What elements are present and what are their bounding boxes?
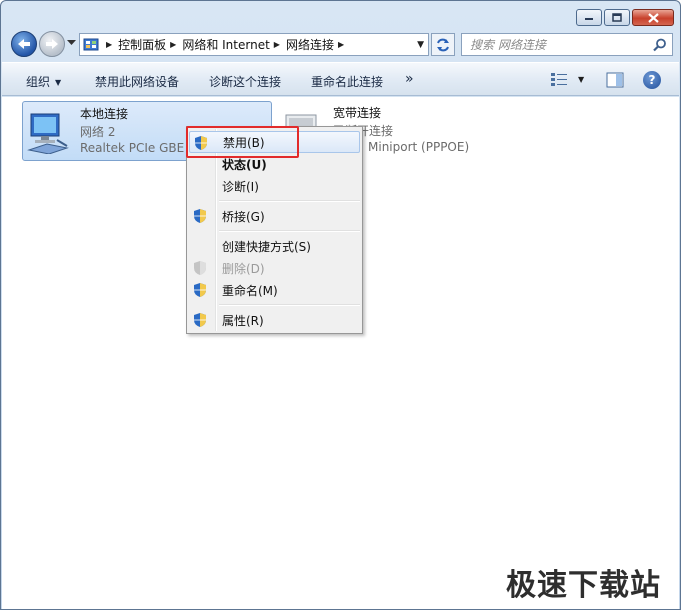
- menu-item-rename[interactable]: 重命名(M): [189, 279, 360, 301]
- menu-item-label: 删除(D): [222, 261, 265, 276]
- breadcrumb-separator[interactable]: ▶: [170, 40, 176, 49]
- breadcrumb-network-connections[interactable]: 网络连接: [286, 36, 334, 53]
- menu-item-delete: 删除(D): [189, 257, 360, 279]
- menu-separator: [219, 304, 360, 306]
- arrow-left-icon: [18, 39, 30, 49]
- watermark-logo: 极速下载站: [506, 568, 661, 603]
- chevron-down-icon: ▼: [55, 78, 62, 87]
- menu-item-label: 诊断(I): [222, 179, 259, 194]
- uac-shield-icon: [194, 313, 206, 327]
- title-bar: [1, 1, 680, 29]
- connection-name: 本地连接: [80, 107, 129, 121]
- search-box[interactable]: [461, 33, 673, 56]
- connection-device: Realtek PCIe GBE (: [80, 141, 193, 155]
- menu-separator: [219, 200, 360, 202]
- breadcrumb-separator[interactable]: ▶: [274, 40, 280, 49]
- help-icon[interactable]: ?: [643, 71, 661, 89]
- command-bar: 组织 ▼ 禁用此网络设备 诊断这个连接 重命名此连接 » ▼ ?: [2, 62, 679, 96]
- rename-button[interactable]: 重命名此连接: [311, 73, 383, 90]
- breadcrumb-separator[interactable]: ▶: [106, 40, 112, 49]
- menu-separator: [219, 230, 360, 232]
- menu-item-label: 创建快捷方式(S): [222, 239, 311, 254]
- connection-status: 网络 2: [80, 125, 116, 139]
- organize-menu[interactable]: 组织 ▼: [26, 73, 61, 90]
- breadcrumb-control-panel[interactable]: 控制面板: [118, 36, 166, 53]
- recent-pages-dropdown[interactable]: [67, 40, 76, 46]
- search-input[interactable]: [462, 34, 642, 55]
- menu-item-label: 状态(U): [222, 157, 267, 172]
- preview-pane-icon[interactable]: [606, 72, 624, 88]
- breadcrumb-separator[interactable]: ▶: [338, 40, 344, 49]
- menu-item-bridge[interactable]: 桥接(G): [189, 205, 360, 227]
- disable-device-button[interactable]: 禁用此网络设备: [95, 73, 179, 90]
- back-button[interactable]: [11, 31, 37, 57]
- context-menu: 禁用(B) 状态(U) 诊断(I) 桥接(G) 创建快捷方式(S) 删除(D) …: [186, 126, 363, 334]
- forward-button[interactable]: [39, 31, 65, 57]
- arrow-right-icon: [46, 39, 58, 49]
- menu-item-status[interactable]: 状态(U): [189, 153, 360, 175]
- more-commands-button[interactable]: »: [405, 71, 414, 87]
- maximize-icon: [612, 13, 622, 22]
- diagnose-button[interactable]: 诊断这个连接: [209, 73, 281, 90]
- navigation-row: ▶ 控制面板 ▶ 网络和 Internet ▶ 网络连接 ▶ ▼: [9, 29, 674, 59]
- menu-item-label: 属性(R): [222, 313, 264, 328]
- refresh-icon: [437, 38, 449, 51]
- refresh-button[interactable]: [431, 33, 455, 56]
- uac-shield-icon: [194, 283, 206, 297]
- close-button[interactable]: [632, 9, 674, 26]
- connection-device: Miniport (PPPOE): [368, 140, 470, 154]
- control-panel-icon: [83, 38, 99, 50]
- menu-item-label: 重命名(M): [222, 283, 278, 298]
- uac-shield-disabled-icon: [194, 261, 206, 275]
- menu-item-properties[interactable]: 属性(R): [189, 309, 360, 331]
- address-dropdown-icon[interactable]: ▼: [417, 40, 424, 50]
- menu-item-label: 桥接(G): [222, 209, 265, 224]
- menu-item-diagnose[interactable]: 诊断(I): [189, 175, 360, 197]
- menu-item-disable[interactable]: 禁用(B): [189, 131, 360, 153]
- close-icon: [647, 12, 659, 23]
- address-bar[interactable]: ▶ 控制面板 ▶ 网络和 Internet ▶ 网络连接 ▶ ▼: [79, 33, 429, 56]
- network-adapter-icon: [27, 113, 69, 154]
- minimize-button[interactable]: [576, 9, 602, 26]
- connection-name: 宽带连接: [333, 106, 382, 120]
- maximize-button[interactable]: [604, 9, 630, 26]
- breadcrumb-network-internet[interactable]: 网络和 Internet: [182, 36, 269, 53]
- uac-shield-icon: [194, 209, 206, 223]
- search-icon[interactable]: [653, 38, 667, 52]
- view-options-dropdown[interactable]: ▼: [578, 75, 584, 84]
- organize-label: 组织: [26, 75, 51, 89]
- uac-shield-icon: [195, 136, 207, 150]
- minimize-icon: [585, 17, 593, 20]
- menu-item-create-shortcut[interactable]: 创建快捷方式(S): [189, 235, 360, 257]
- window-controls: [576, 9, 674, 26]
- change-view-icon[interactable]: [550, 71, 570, 89]
- menu-item-label: 禁用(B): [223, 135, 265, 150]
